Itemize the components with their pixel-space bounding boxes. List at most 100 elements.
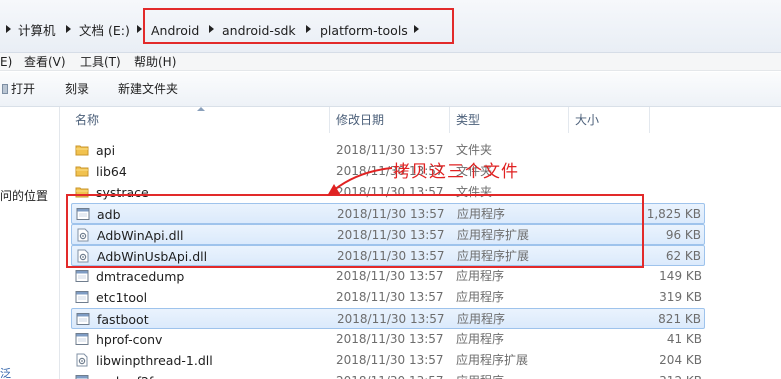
file-row[interactable]: make_f2fs 2018/11/30 13:57 应用程序 312 KB [71, 371, 705, 379]
file-date: 2018/11/30 13:57 [337, 249, 445, 263]
menu-help[interactable]: 帮助(H) [134, 55, 176, 70]
app-icon [75, 290, 89, 304]
file-row[interactable]: fastboot 2018/11/30 13:57 应用程序 821 KB [71, 308, 705, 329]
dll-icon [76, 249, 90, 263]
new-folder-button[interactable]: 新建文件夹 [118, 81, 178, 98]
file-row[interactable]: libwinpthread-1.dll 2018/11/30 13:57 应用程序扩… [71, 350, 705, 371]
file-type: 应用程序 [456, 373, 504, 379]
address-bar[interactable]: 计算机 文档 (E:) Android android-sdk platform… [0, 0, 781, 53]
file-date: 2018/11/30 13:57 [337, 228, 445, 242]
file-type: 应用程序扩展 [457, 228, 530, 242]
file-size: 149 KB [659, 269, 702, 283]
burn-button[interactable]: 刻录 [65, 81, 89, 98]
column-divider[interactable] [568, 107, 569, 133]
app-icon [76, 207, 90, 221]
file-row[interactable]: lib64 2018/11/30 13:57 文件夹 [71, 161, 705, 182]
file-row[interactable]: AdbWinUsbApi.dll 2018/11/30 13:57 应用程序扩展 62… [71, 245, 705, 266]
file-date: 2018/11/30 13:57 [337, 312, 445, 326]
nav-item-recent-places[interactable]: 问的位置 [0, 187, 48, 204]
file-size: 319 KB [659, 290, 702, 304]
file-size: 62 KB [665, 249, 701, 263]
breadcrumb-separator-icon[interactable] [209, 25, 214, 33]
breadcrumb-separator-icon[interactable] [306, 25, 311, 33]
file-date: 2018/11/30 13:57 [336, 332, 444, 346]
file-row[interactable]: etc1tool 2018/11/30 13:57 应用程序 319 KB [71, 287, 705, 308]
file-type: 文件夹 [456, 185, 493, 199]
file-name: AdbWinApi.dll [97, 228, 184, 243]
file-type: 应用程序 [456, 269, 505, 283]
file-date: 2018/11/30 13:57 [336, 185, 444, 199]
file-row[interactable]: api 2018/11/30 13:57 文件夹 [71, 140, 705, 161]
file-date: 2018/11/30 13:57 [336, 353, 444, 367]
nav-item-partial[interactable]: 泛 [0, 365, 11, 379]
file-name: fastboot [97, 312, 149, 327]
column-header-type[interactable]: 类型 [456, 110, 480, 130]
breadcrumb-separator-icon[interactable] [414, 25, 419, 33]
toolbar: 打开 刻录 新建文件夹 [0, 72, 781, 107]
file-row[interactable]: adb 2018/11/30 13:57 应用程序 1,825 KB [71, 203, 705, 224]
file-size: 204 KB [659, 353, 702, 367]
file-name: make_f2fs [96, 373, 160, 379]
column-header-name[interactable]: 名称 [75, 110, 99, 130]
column-divider[interactable] [649, 107, 650, 133]
folder-icon [75, 143, 89, 157]
file-size: 41 KB [666, 332, 702, 346]
file-name: AdbWinUsbApi.dll [97, 249, 208, 264]
app-icon [75, 269, 89, 283]
open-button[interactable]: 打开 [11, 81, 35, 98]
app-icon [75, 374, 89, 379]
breadcrumb-separator-icon[interactable] [137, 25, 142, 33]
column-header-date[interactable]: 修改日期 [336, 110, 384, 130]
open-icon [2, 84, 8, 94]
breadcrumb-drive-e[interactable]: 文档 (E:) [79, 22, 130, 40]
dll-icon [75, 353, 89, 367]
menu-edit[interactable]: E) [0, 55, 12, 70]
file-size: 312 KB [659, 373, 702, 379]
column-divider[interactable] [329, 107, 330, 133]
file-size: 1,825 KB [646, 207, 701, 221]
breadcrumb-android[interactable]: Android [151, 22, 199, 40]
dll-icon [76, 228, 90, 242]
file-name: dmtracedump [96, 269, 185, 284]
annotation-text: 拷贝这三个文件 [393, 162, 519, 182]
menu-tools[interactable]: 工具(T) [80, 55, 121, 70]
navigation-pane: 问的位置 泛 [0, 107, 60, 379]
file-name: lib64 [96, 164, 127, 179]
column-divider[interactable] [449, 107, 450, 133]
file-name: adb [97, 207, 121, 222]
app-icon [76, 312, 90, 326]
file-date: 2018/11/30 13:57 [336, 269, 444, 283]
breadcrumb-separator-icon [6, 25, 11, 33]
file-type: 应用程序扩展 [457, 249, 530, 263]
file-date: 2018/11/30 13:57 [337, 207, 445, 221]
file-type: 应用程序 [456, 290, 505, 304]
file-type: 应用程序 [457, 312, 506, 326]
breadcrumb-computer[interactable]: 计算机 [18, 22, 56, 40]
breadcrumb-android-sdk[interactable]: android-sdk [222, 22, 296, 40]
breadcrumb-separator-icon[interactable] [66, 25, 71, 33]
file-name: etc1tool [96, 290, 148, 305]
file-list: 名称 修改日期 类型 大小 api 2018/11/30 13:57 文件夹 lib6… [61, 107, 781, 379]
app-icon [75, 332, 89, 346]
file-row[interactable]: systrace 2018/11/30 13:57 文件夹 [71, 182, 705, 203]
column-header-size[interactable]: 大小 [575, 110, 599, 130]
file-date: 2018/11/30 13:57 [336, 373, 444, 379]
file-row[interactable]: dmtracedump 2018/11/30 13:57 应用程序 149 KB [71, 266, 705, 287]
file-type: 应用程序 [457, 207, 506, 221]
file-name: hprof-conv [96, 332, 163, 347]
file-size: 96 KB [665, 228, 701, 242]
breadcrumb-platform-tools[interactable]: platform-tools [320, 22, 408, 40]
file-name: api [96, 143, 116, 158]
menu-view[interactable]: 查看(V) [24, 55, 66, 70]
file-type: 应用程序 [456, 332, 505, 346]
file-name: systrace [96, 185, 149, 200]
folder-icon [75, 185, 89, 199]
file-date: 2018/11/30 13:57 [336, 290, 444, 304]
file-row[interactable]: AdbWinApi.dll 2018/11/30 13:57 应用程序扩展 96 KB [71, 224, 705, 245]
file-size: 821 KB [658, 312, 701, 326]
file-type: 应用程序扩展 [456, 353, 529, 367]
menu-bar: E) 查看(V) 工具(T) 帮助(H) [0, 53, 781, 71]
file-name: libwinpthread-1.dll [96, 353, 213, 368]
file-row[interactable]: hprof-conv 2018/11/30 13:57 应用程序 41 KB [71, 329, 705, 350]
folder-icon [75, 164, 89, 178]
